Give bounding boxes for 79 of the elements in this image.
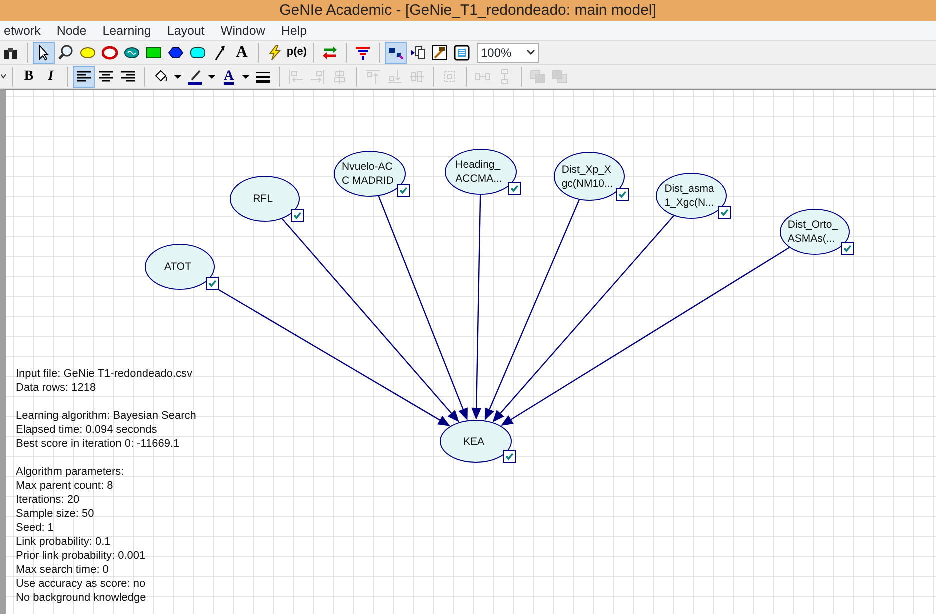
picture-icon [432, 44, 448, 60]
check-icon [503, 450, 516, 463]
log-line: Sample size: 50 [16, 507, 94, 521]
list-window-icon [454, 44, 470, 60]
menu-item[interactable]: etwork [0, 21, 49, 40]
align-edges-icon [310, 68, 326, 84]
menu-item[interactable]: Node [48, 21, 95, 40]
menu-item[interactable]: Layout [159, 21, 213, 40]
node-label: Nvuelo-AC C MADRID [342, 160, 395, 188]
log-line: Link probability: 0.1 [16, 535, 111, 549]
ellipse-icon [80, 44, 96, 60]
text-tool-button[interactable]: A [231, 42, 253, 64]
pen-icon [187, 68, 203, 84]
log-line: No background knowledge [16, 591, 146, 605]
resize-icon [442, 68, 458, 84]
log-line: Max parent count: 8 [16, 479, 114, 493]
align-bottom-icon [387, 68, 403, 84]
lightning-icon [267, 44, 283, 60]
check-icon [508, 182, 521, 195]
menu-item[interactable]: Window [212, 21, 274, 40]
align-centers-icon [332, 68, 348, 84]
caret-icon [208, 74, 216, 78]
check-icon [291, 209, 304, 222]
log-line: Best score in iteration 0: -11669.1 [16, 437, 180, 451]
italic-button[interactable]: I [40, 66, 62, 88]
log-line: Input file: GeNie T1-redondeado.csv [16, 367, 193, 381]
evidence-button[interactable]: p(e) [286, 42, 308, 64]
hexagon-icon [168, 44, 184, 60]
node-label: Dist_Xp_X gc(NM10... [562, 162, 614, 190]
node-label: KEA [463, 434, 486, 448]
ellipse-ring-icon [102, 44, 118, 60]
funnel-icon [355, 44, 371, 60]
log-line: Max search time: 0 [16, 563, 109, 577]
paint-bucket-icon [153, 68, 169, 84]
check-icon [718, 206, 731, 219]
check-icon [206, 277, 219, 290]
window-title: GeNIe Academic - [GeNie_T1_redondeado: main model] [0, 0, 936, 21]
log-line: Algorithm parameters: [16, 465, 124, 479]
menu-item[interactable]: Help [273, 21, 316, 40]
log-line: Prior link probability: 0.001 [16, 549, 146, 563]
log-line: Seed: 1 [16, 521, 54, 535]
align-top-icon [365, 68, 381, 84]
align-middle-icon [409, 68, 425, 84]
swap-arrows-icon [322, 44, 338, 60]
zoom-dropdown[interactable]: 100% [477, 42, 539, 62]
align-right-icon [120, 68, 136, 84]
rounded-rectangle-icon [190, 44, 206, 60]
font-color-button[interactable]: A [218, 66, 240, 88]
align-edges-icon [288, 68, 304, 84]
log-line: Learning algorithm: Bayesian Search [16, 409, 196, 423]
bold-button[interactable]: B [18, 66, 40, 88]
magnifier-icon [58, 44, 74, 60]
layers-icon [530, 68, 546, 84]
log-line: Data rows: 1218 [16, 381, 96, 395]
node-label: Dist_Orto_ ASMAs(... [788, 218, 840, 246]
rectangle-icon [146, 44, 162, 60]
check-icon [397, 184, 410, 197]
log-line: Use accuracy as score: no [16, 577, 146, 591]
layers-icon [552, 68, 568, 84]
check-icon [616, 188, 629, 201]
caret-icon [174, 74, 182, 78]
caret-icon [527, 50, 535, 55]
copy-pages-icon [410, 44, 426, 60]
log-line: Elapsed time: 0.094 seconds [16, 423, 158, 437]
caret-icon [1, 74, 6, 79]
wave-ellipse-icon [124, 44, 140, 60]
toolbar-button[interactable] [385, 42, 407, 64]
log-line: Iterations: 20 [16, 493, 80, 507]
align-left-icon [76, 68, 92, 84]
check-icon [841, 242, 854, 255]
menu-item[interactable]: Learning [94, 21, 160, 40]
node-label: RFL [253, 192, 274, 206]
toolbar-button[interactable] [73, 66, 95, 88]
toolbar-button[interactable] [33, 42, 55, 64]
node-label: Heading_ ACCMA... [456, 158, 504, 186]
align-center-icon [98, 68, 114, 84]
caret-icon [242, 74, 250, 78]
node-label: ATOT [164, 260, 193, 274]
node-label: Dist_asma 1_Xgc(N... [664, 182, 716, 210]
